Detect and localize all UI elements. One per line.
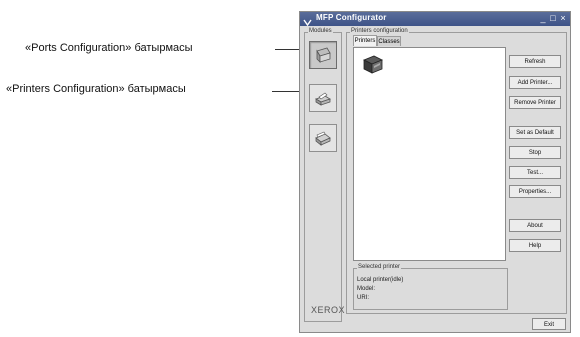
printer-list[interactable] xyxy=(353,47,506,261)
set-default-button[interactable]: Set as Default xyxy=(509,126,561,139)
printers-configuration-panel: Printers configuration Printers Classes … xyxy=(346,28,567,314)
app-icon xyxy=(303,14,312,27)
exit-button[interactable]: Exit xyxy=(532,318,566,330)
modules-panel: Modules XEROX xyxy=(304,28,346,322)
ports-callout-label: «Ports Configuration» батырмасы xyxy=(25,42,193,54)
printers-configuration-label: Printers configuration xyxy=(350,28,409,34)
stop-button[interactable]: Stop xyxy=(509,146,561,159)
printer-status: Local printer(idle) xyxy=(357,277,404,283)
printer-uri: URI: xyxy=(357,295,369,301)
selected-printer-group: Selected printer Local printer(idle) Mod… xyxy=(353,264,508,310)
minimize-icon[interactable]: _ xyxy=(538,13,548,24)
properties-button[interactable]: Properties... xyxy=(509,185,561,198)
printer-device-icon xyxy=(363,55,383,74)
printers-callout-label: «Printers Configuration» батырмасы xyxy=(6,83,186,95)
xerox-logo: XEROX xyxy=(311,305,346,315)
scanner-icon xyxy=(315,131,331,146)
maximize-icon[interactable]: □ xyxy=(548,13,558,24)
modules-label: Modules xyxy=(308,28,333,34)
printer-list-item[interactable] xyxy=(360,51,386,77)
ports-icon xyxy=(316,47,331,63)
close-icon[interactable]: × xyxy=(558,13,568,24)
configurator-window: MFP Configurator _ □ × Modules XEROX Pri… xyxy=(299,11,571,333)
scanner-configuration-button[interactable] xyxy=(309,124,337,152)
ports-configuration-button[interactable] xyxy=(309,41,337,69)
add-printer-button[interactable]: Add Printer... xyxy=(509,76,561,89)
window-titlebar[interactable]: MFP Configurator _ □ × xyxy=(300,12,570,27)
tab-classes[interactable]: Classes xyxy=(377,36,401,46)
help-button[interactable]: Help xyxy=(509,239,561,252)
printer-model: Model: xyxy=(357,286,376,292)
printer-icon xyxy=(315,92,331,106)
tab-printers[interactable]: Printers xyxy=(353,35,377,46)
about-button[interactable]: About xyxy=(509,219,561,232)
test-button[interactable]: Test... xyxy=(509,166,561,179)
window-title: MFP Configurator xyxy=(316,13,387,22)
refresh-button[interactable]: Refresh xyxy=(509,55,561,68)
remove-printer-button[interactable]: Remove Printer xyxy=(509,96,561,109)
printers-configuration-button[interactable] xyxy=(309,84,337,112)
selected-printer-label: Selected printer xyxy=(357,264,402,270)
